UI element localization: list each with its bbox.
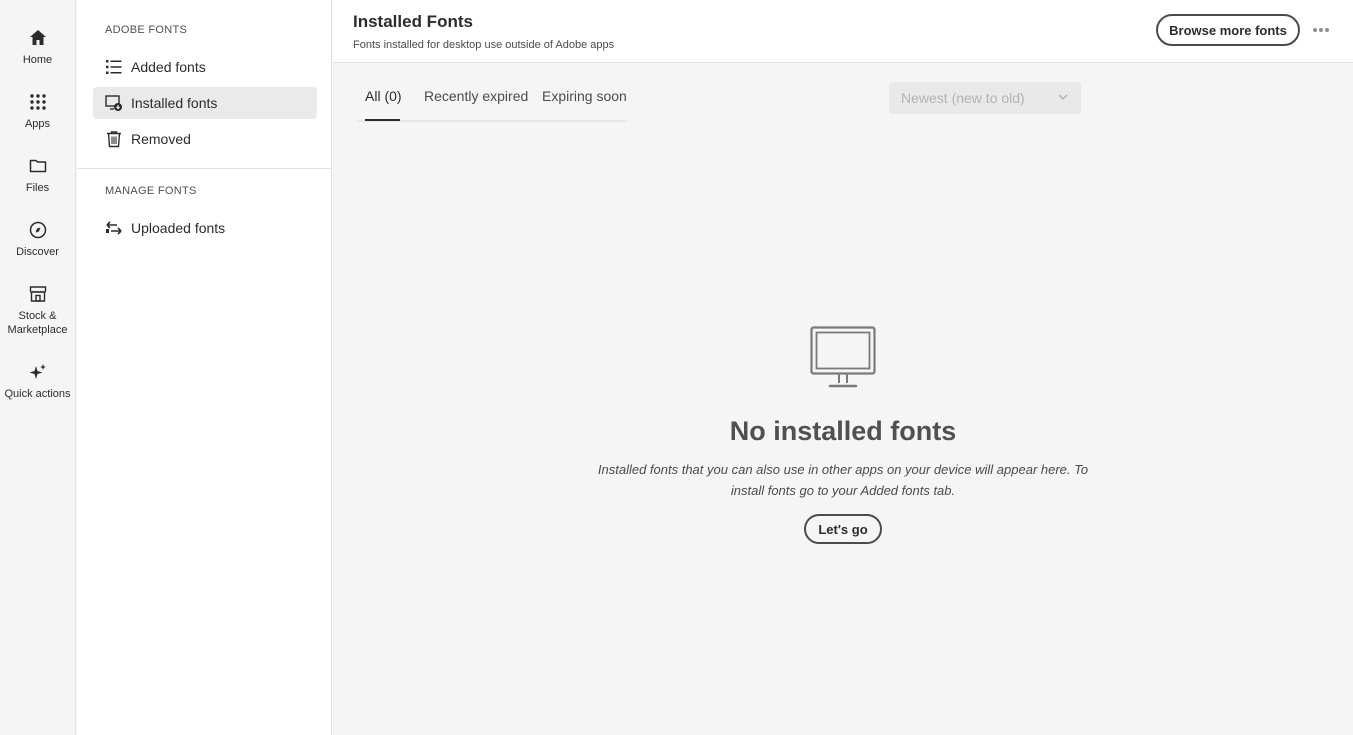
subnav-item-label: Installed fonts [131,95,218,111]
page-title: Installed Fonts [353,12,473,31]
subnav-item-installed-fonts[interactable]: Installed fonts [93,87,317,119]
rail-label: Quick actions [4,388,71,400]
adobe-fonts-heading: ADOBE FONTS [105,24,188,36]
tab-expiring-soon[interactable]: Expiring soon [542,88,627,104]
tab-all[interactable]: All (0) [365,88,402,104]
monitor-icon [810,326,876,388]
rail-item-home[interactable]: Home [0,28,75,67]
subnav-item-removed[interactable]: Removed [93,123,317,155]
rail-item-stock[interactable]: Stock & Marketplace [0,284,75,337]
sort-selected-value: Newest (new to old) [901,90,1025,106]
ellipsis-icon [1313,28,1329,32]
subnav-divider [77,168,331,169]
list-icon [106,60,122,74]
empty-state: No installed fonts Installed fonts that … [333,326,1353,544]
main-content: Installed Fonts Fonts installed for desk… [333,0,1353,735]
rail-item-files[interactable]: Files [0,156,75,195]
sort-dropdown[interactable]: Newest (new to old) [889,82,1081,114]
trash-icon [107,131,121,148]
swap-arrows-icon [106,221,122,235]
home-icon [29,30,46,45]
rail-label: Discover [16,246,59,258]
sparkle-icon [29,364,46,379]
subnav-item-uploaded-fonts[interactable]: Uploaded fonts [93,212,317,244]
manage-fonts-heading: MANAGE FONTS [105,185,197,197]
active-tab-indicator [365,119,400,121]
rail-label: Stock & Marketplace [7,310,68,336]
rail-label: Files [25,182,50,194]
rail-item-quick-actions[interactable]: Quick actions [0,362,75,401]
rail-label: Home [22,54,53,66]
folder-icon [29,159,46,173]
subnav-item-added-fonts[interactable]: Added fonts [93,51,317,83]
empty-state-description: Installed fonts that you can also use in… [597,462,1089,498]
browse-more-fonts-button[interactable]: Browse more fonts [1156,14,1300,46]
storefront-icon [29,286,46,302]
apps-grid-icon [29,94,46,110]
page-subtitle: Fonts installed for desktop use outside … [353,39,615,51]
installed-monitor-icon [105,95,122,111]
app-window: Home Apps Files Discover Stock & Marketp… [0,0,1353,735]
app-rail: Home Apps Files Discover Stock & Marketp… [0,0,76,735]
rail-item-apps[interactable]: Apps [0,92,75,131]
tab-recently-expired[interactable]: Recently expired [424,88,528,104]
empty-state-title: No installed fonts [729,416,957,446]
rail-label: Apps [24,118,51,130]
compass-icon [29,221,46,239]
subnav-item-label: Removed [131,131,191,147]
lets-go-button[interactable]: Let's go [804,514,882,544]
fonts-subnav: ADOBE FONTS Added fonts Installed fonts [77,0,332,735]
more-options-button[interactable] [1309,20,1333,40]
filter-tabs: All (0) Recently expired Expiring soon [357,82,627,122]
subnav-item-label: Added fonts [131,59,206,75]
chevron-down-icon [1058,94,1068,100]
page-header: Installed Fonts Fonts installed for desk… [333,0,1353,63]
rail-item-discover[interactable]: Discover [0,220,75,259]
subnav-item-label: Uploaded fonts [131,220,226,236]
